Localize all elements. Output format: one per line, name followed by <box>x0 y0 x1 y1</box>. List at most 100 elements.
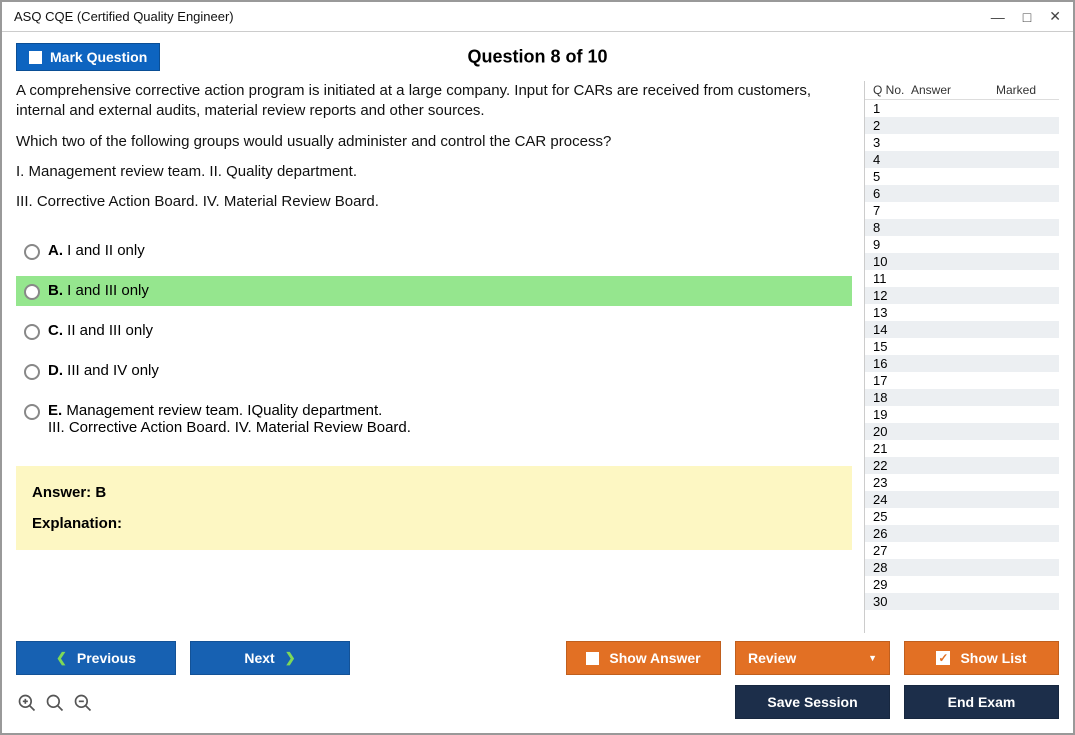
list-row[interactable]: 15 <box>865 338 1059 355</box>
mark-question-button[interactable]: Mark Question <box>16 43 160 71</box>
window-title: ASQ CQE (Certified Quality Engineer) <box>14 9 991 24</box>
answer-box: Answer: B Explanation: <box>16 466 852 550</box>
checkbox-checked-icon: ✓ <box>936 651 950 665</box>
question-column: A comprehensive corrective action progra… <box>16 81 856 633</box>
radio-icon <box>24 244 40 260</box>
end-exam-button[interactable]: End Exam <box>904 685 1059 719</box>
close-icon[interactable]: ✕ <box>1049 8 1061 25</box>
list-row[interactable]: 21 <box>865 440 1059 457</box>
row-qno: 2 <box>873 118 911 133</box>
next-button[interactable]: Next ❯ <box>190 641 350 675</box>
zoom-out-icon[interactable] <box>72 692 94 714</box>
radio-icon <box>24 404 40 420</box>
content-area: Mark Question Question 8 of 10 A compreh… <box>2 32 1073 733</box>
radio-icon <box>24 364 40 380</box>
prompt-paragraph-1: A comprehensive corrective action progra… <box>16 81 852 122</box>
list-row[interactable]: 14 <box>865 321 1059 338</box>
row-qno: 4 <box>873 152 911 167</box>
row-qno: 16 <box>873 356 911 371</box>
list-row[interactable]: 6 <box>865 185 1059 202</box>
list-row[interactable]: 8 <box>865 219 1059 236</box>
list-row[interactable]: 11 <box>865 270 1059 287</box>
mark-question-label: Mark Question <box>50 49 147 65</box>
list-row[interactable]: 13 <box>865 304 1059 321</box>
prompt-paragraph-2: Which two of the following groups would … <box>16 132 852 152</box>
col-qno: Q No. <box>873 83 911 97</box>
list-row[interactable]: 24 <box>865 491 1059 508</box>
chevron-left-icon: ❮ <box>56 650 67 666</box>
row-qno: 6 <box>873 186 911 201</box>
list-row[interactable]: 3 <box>865 134 1059 151</box>
minimize-icon[interactable]: — <box>991 9 1005 25</box>
row-qno: 28 <box>873 560 911 575</box>
window-controls: — □ ✕ <box>991 8 1061 25</box>
prompt-paragraph-3: I. Management review team. II. Quality d… <box>16 162 852 182</box>
list-row[interactable]: 20 <box>865 423 1059 440</box>
list-row[interactable]: 19 <box>865 406 1059 423</box>
list-row[interactable]: 4 <box>865 151 1059 168</box>
list-row[interactable]: 18 <box>865 389 1059 406</box>
row-qno: 15 <box>873 339 911 354</box>
option-b[interactable]: B. I and III only <box>16 276 852 306</box>
row-qno: 25 <box>873 509 911 524</box>
row-qno: 13 <box>873 305 911 320</box>
list-row[interactable]: 23 <box>865 474 1059 491</box>
list-row[interactable]: 1 <box>865 100 1059 117</box>
chevron-down-icon: ▼ <box>868 653 877 663</box>
explanation-head: Explanation: <box>32 515 836 532</box>
show-list-label: Show List <box>960 650 1026 666</box>
list-row[interactable]: 12 <box>865 287 1059 304</box>
checkbox-icon <box>29 51 42 64</box>
list-row[interactable]: 29 <box>865 576 1059 593</box>
list-row[interactable]: 30 <box>865 593 1059 610</box>
row-qno: 9 <box>873 237 911 252</box>
list-row[interactable]: 28 <box>865 559 1059 576</box>
row-qno: 26 <box>873 526 911 541</box>
list-body[interactable]: 1234567891011121314151617181920212223242… <box>865 100 1059 633</box>
list-row[interactable]: 10 <box>865 253 1059 270</box>
option-c[interactable]: C. II and III only <box>16 316 852 346</box>
list-row[interactable]: 7 <box>865 202 1059 219</box>
list-row[interactable]: 25 <box>865 508 1059 525</box>
answer-line: Answer: B <box>32 484 836 501</box>
row-qno: 11 <box>873 271 911 286</box>
titlebar: ASQ CQE (Certified Quality Engineer) — □… <box>2 2 1073 32</box>
row-qno: 18 <box>873 390 911 405</box>
review-button[interactable]: Review ▼ <box>735 641 890 675</box>
option-label: A. I and II only <box>48 242 145 259</box>
option-d[interactable]: D. III and IV only <box>16 356 852 386</box>
save-session-button[interactable]: Save Session <box>735 685 890 719</box>
footer: ❮ Previous Next ❯ Show Answer Review ▼ <box>16 641 1059 719</box>
main-row: A comprehensive corrective action progra… <box>16 81 1059 633</box>
list-row[interactable]: 5 <box>865 168 1059 185</box>
list-row[interactable]: 17 <box>865 372 1059 389</box>
show-answer-button[interactable]: Show Answer <box>566 641 721 675</box>
previous-button[interactable]: ❮ Previous <box>16 641 176 675</box>
option-a[interactable]: A. I and II only <box>16 236 852 266</box>
zoom-reset-icon[interactable] <box>16 692 38 714</box>
row-qno: 1 <box>873 101 911 116</box>
row-qno: 17 <box>873 373 911 388</box>
row-qno: 14 <box>873 322 911 337</box>
chevron-right-icon: ❯ <box>285 650 296 666</box>
list-row[interactable]: 2 <box>865 117 1059 134</box>
checkbox-icon <box>586 652 599 665</box>
question-list-panel: Q No. Answer Marked 12345678910111213141… <box>864 81 1059 633</box>
question-counter: Question 8 of 10 <box>467 47 607 68</box>
option-e[interactable]: E. Management review team. IQuality depa… <box>16 396 852 442</box>
list-row[interactable]: 27 <box>865 542 1059 559</box>
show-list-button[interactable]: ✓ Show List <box>904 641 1059 675</box>
zoom-in-icon[interactable] <box>44 692 66 714</box>
list-row[interactable]: 22 <box>865 457 1059 474</box>
list-row[interactable]: 16 <box>865 355 1059 372</box>
options-list: A. I and II only B. I and III only C. II… <box>16 236 852 442</box>
row-qno: 8 <box>873 220 911 235</box>
col-marked: Marked <box>996 83 1051 97</box>
question-prompt: A comprehensive corrective action progra… <box>16 81 852 222</box>
zoom-controls <box>16 692 94 714</box>
maximize-icon[interactable]: □ <box>1023 9 1031 25</box>
list-row[interactable]: 9 <box>865 236 1059 253</box>
row-qno: 19 <box>873 407 911 422</box>
prompt-paragraph-4: III. Corrective Action Board. IV. Materi… <box>16 192 852 212</box>
list-row[interactable]: 26 <box>865 525 1059 542</box>
